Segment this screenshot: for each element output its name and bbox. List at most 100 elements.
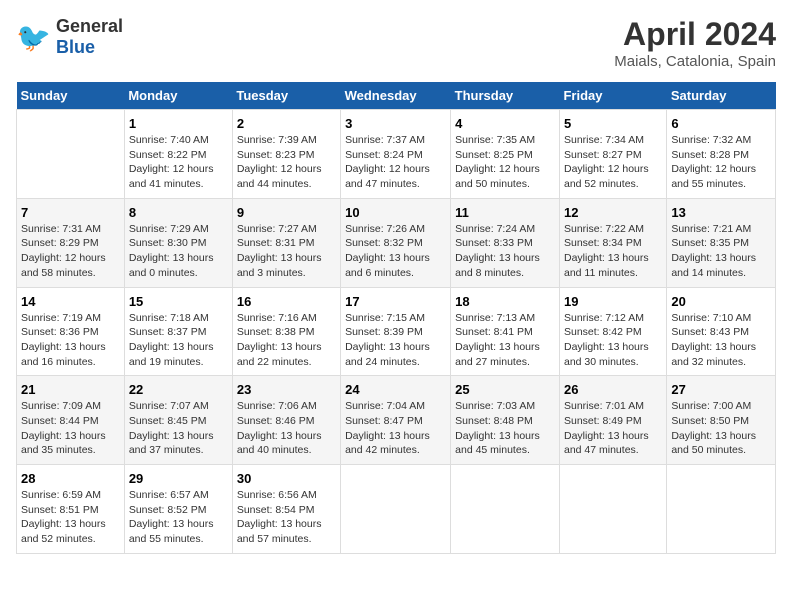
day-info: Sunrise: 7:12 AM Sunset: 8:42 PM Dayligh… xyxy=(564,311,662,370)
calendar-cell: 7 Sunrise: 7:31 AM Sunset: 8:29 PM Daylig… xyxy=(17,198,125,287)
logo-general: General xyxy=(56,16,123,36)
day-info: Sunrise: 7:09 AM Sunset: 8:44 PM Dayligh… xyxy=(21,399,120,458)
day-number: 26 xyxy=(564,382,662,397)
day-number: 4 xyxy=(455,116,555,131)
calendar-cell: 27 Sunrise: 7:00 AM Sunset: 8:50 PM Dayli… xyxy=(667,376,776,465)
day-info: Sunrise: 6:56 AM Sunset: 8:54 PM Dayligh… xyxy=(237,488,336,547)
calendar-cell xyxy=(17,110,125,199)
calendar-cell: 18 Sunrise: 7:13 AM Sunset: 8:41 PM Dayli… xyxy=(451,287,560,376)
calendar-cell: 25 Sunrise: 7:03 AM Sunset: 8:48 PM Dayli… xyxy=(451,376,560,465)
calendar-cell: 22 Sunrise: 7:07 AM Sunset: 8:45 PM Dayli… xyxy=(124,376,232,465)
day-info: Sunrise: 6:59 AM Sunset: 8:51 PM Dayligh… xyxy=(21,488,120,547)
calendar-cell xyxy=(341,465,451,554)
day-info: Sunrise: 7:04 AM Sunset: 8:47 PM Dayligh… xyxy=(345,399,446,458)
week-row-5: 28 Sunrise: 6:59 AM Sunset: 8:51 PM Dayli… xyxy=(17,465,776,554)
day-number: 3 xyxy=(345,116,446,131)
day-number: 10 xyxy=(345,205,446,220)
calendar-cell: 9Sunrise: 7:27 AM Sunset: 8:31 PM Daylig… xyxy=(232,198,340,287)
day-number: 17 xyxy=(345,294,446,309)
day-info: Sunrise: 7:19 AM Sunset: 8:36 PM Dayligh… xyxy=(21,311,120,370)
day-number: 1 xyxy=(129,116,228,131)
day-number: 30 xyxy=(237,471,336,486)
day-info: Sunrise: 7:16 AM Sunset: 8:38 PM Dayligh… xyxy=(237,311,336,370)
day-info: Sunrise: 7:24 AM Sunset: 8:33 PM Dayligh… xyxy=(455,222,555,281)
calendar-cell: 14 Sunrise: 7:19 AM Sunset: 8:36 PM Dayli… xyxy=(17,287,125,376)
logo-blue: Blue xyxy=(56,37,95,57)
day-number: 27 xyxy=(671,382,771,397)
day-number: 18 xyxy=(455,294,555,309)
calendar-cell: 5 Sunrise: 7:34 AM Sunset: 8:27 PM Daylig… xyxy=(559,110,666,199)
day-info: Sunrise: 6:57 AM Sunset: 8:52 PM Dayligh… xyxy=(129,488,228,547)
calendar-cell: 28 Sunrise: 6:59 AM Sunset: 8:51 PM Dayli… xyxy=(17,465,125,554)
svg-text:🐦: 🐦 xyxy=(16,22,51,53)
day-number: 6 xyxy=(671,116,771,131)
day-number: 11 xyxy=(455,205,555,220)
day-info: Sunrise: 7:13 AM Sunset: 8:41 PM Dayligh… xyxy=(455,311,555,370)
day-number: 25 xyxy=(455,382,555,397)
calendar-cell: 3 Sunrise: 7:37 AM Sunset: 8:24 PM Daylig… xyxy=(341,110,451,199)
calendar-table: SundayMondayTuesdayWednesdayThursdayFrid… xyxy=(16,82,776,554)
calendar-cell xyxy=(559,465,666,554)
day-number: 15 xyxy=(129,294,228,309)
header-sunday: Sunday xyxy=(17,82,125,110)
calendar-cell: 1 Sunrise: 7:40 AM Sunset: 8:22 PM Daylig… xyxy=(124,110,232,199)
calendar-cell: 16Sunrise: 7:16 AM Sunset: 8:38 PM Dayli… xyxy=(232,287,340,376)
day-number: 9 xyxy=(237,205,336,220)
calendar-cell: 6 Sunrise: 7:32 AM Sunset: 8:28 PM Daylig… xyxy=(667,110,776,199)
day-info: Sunrise: 7:32 AM Sunset: 8:28 PM Dayligh… xyxy=(671,133,771,192)
day-info: Sunrise: 7:39 AM Sunset: 8:23 PM Dayligh… xyxy=(237,133,336,192)
day-info: Sunrise: 7:34 AM Sunset: 8:27 PM Dayligh… xyxy=(564,133,662,192)
day-number: 24 xyxy=(345,382,446,397)
calendar-cell: 19Sunrise: 7:12 AM Sunset: 8:42 PM Dayli… xyxy=(559,287,666,376)
calendar-location: Maials, Catalonia, Spain xyxy=(614,53,776,70)
header-thursday: Thursday xyxy=(451,82,560,110)
calendar-cell: 24 Sunrise: 7:04 AM Sunset: 8:47 PM Dayli… xyxy=(341,376,451,465)
week-row-1: 1 Sunrise: 7:40 AM Sunset: 8:22 PM Daylig… xyxy=(17,110,776,199)
day-info: Sunrise: 7:00 AM Sunset: 8:50 PM Dayligh… xyxy=(671,399,771,458)
calendar-cell: 30 Sunrise: 6:56 AM Sunset: 8:54 PM Dayli… xyxy=(232,465,340,554)
header-saturday: Saturday xyxy=(667,82,776,110)
calendar-cell: 11 Sunrise: 7:24 AM Sunset: 8:33 PM Dayli… xyxy=(451,198,560,287)
day-number: 13 xyxy=(671,205,771,220)
day-info: Sunrise: 7:03 AM Sunset: 8:48 PM Dayligh… xyxy=(455,399,555,458)
logo: 🐦 General Blue xyxy=(16,16,123,58)
day-info: Sunrise: 7:37 AM Sunset: 8:24 PM Dayligh… xyxy=(345,133,446,192)
header-wednesday: Wednesday xyxy=(341,82,451,110)
day-info: Sunrise: 7:40 AM Sunset: 8:22 PM Dayligh… xyxy=(129,133,228,192)
calendar-cell: 17Sunrise: 7:15 AM Sunset: 8:39 PM Dayli… xyxy=(341,287,451,376)
day-info: Sunrise: 7:18 AM Sunset: 8:37 PM Dayligh… xyxy=(129,311,228,370)
day-info: Sunrise: 7:35 AM Sunset: 8:25 PM Dayligh… xyxy=(455,133,555,192)
day-number: 28 xyxy=(21,471,120,486)
calendar-cell: 10 Sunrise: 7:26 AM Sunset: 8:32 PM Dayli… xyxy=(341,198,451,287)
calendar-cell: 23 Sunrise: 7:06 AM Sunset: 8:46 PM Dayli… xyxy=(232,376,340,465)
calendar-cell: 8Sunrise: 7:29 AM Sunset: 8:30 PM Daylig… xyxy=(124,198,232,287)
day-number: 12 xyxy=(564,205,662,220)
day-info: Sunrise: 7:26 AM Sunset: 8:32 PM Dayligh… xyxy=(345,222,446,281)
day-number: 7 xyxy=(21,205,120,220)
week-row-2: 7 Sunrise: 7:31 AM Sunset: 8:29 PM Daylig… xyxy=(17,198,776,287)
header-monday: Monday xyxy=(124,82,232,110)
header-friday: Friday xyxy=(559,82,666,110)
calendar-cell: 21Sunrise: 7:09 AM Sunset: 8:44 PM Dayli… xyxy=(17,376,125,465)
day-number: 22 xyxy=(129,382,228,397)
calendar-cell xyxy=(451,465,560,554)
day-info: Sunrise: 7:07 AM Sunset: 8:45 PM Dayligh… xyxy=(129,399,228,458)
title-block: April 2024 Maials, Catalonia, Spain xyxy=(614,16,776,70)
page-header: 🐦 General Blue April 2024 Maials, Catalo… xyxy=(16,16,776,70)
calendar-cell: 13Sunrise: 7:21 AM Sunset: 8:35 PM Dayli… xyxy=(667,198,776,287)
day-info: Sunrise: 7:31 AM Sunset: 8:29 PM Dayligh… xyxy=(21,222,120,281)
day-info: Sunrise: 7:22 AM Sunset: 8:34 PM Dayligh… xyxy=(564,222,662,281)
calendar-cell: 20Sunrise: 7:10 AM Sunset: 8:43 PM Dayli… xyxy=(667,287,776,376)
week-row-3: 14 Sunrise: 7:19 AM Sunset: 8:36 PM Dayli… xyxy=(17,287,776,376)
header-tuesday: Tuesday xyxy=(232,82,340,110)
day-number: 14 xyxy=(21,294,120,309)
day-info: Sunrise: 7:10 AM Sunset: 8:43 PM Dayligh… xyxy=(671,311,771,370)
day-number: 5 xyxy=(564,116,662,131)
day-info: Sunrise: 7:29 AM Sunset: 8:30 PM Dayligh… xyxy=(129,222,228,281)
day-info: Sunrise: 7:06 AM Sunset: 8:46 PM Dayligh… xyxy=(237,399,336,458)
day-number: 29 xyxy=(129,471,228,486)
day-number: 23 xyxy=(237,382,336,397)
calendar-cell: 26Sunrise: 7:01 AM Sunset: 8:49 PM Dayli… xyxy=(559,376,666,465)
day-number: 2 xyxy=(237,116,336,131)
logo-wordmark: General Blue xyxy=(56,16,123,58)
